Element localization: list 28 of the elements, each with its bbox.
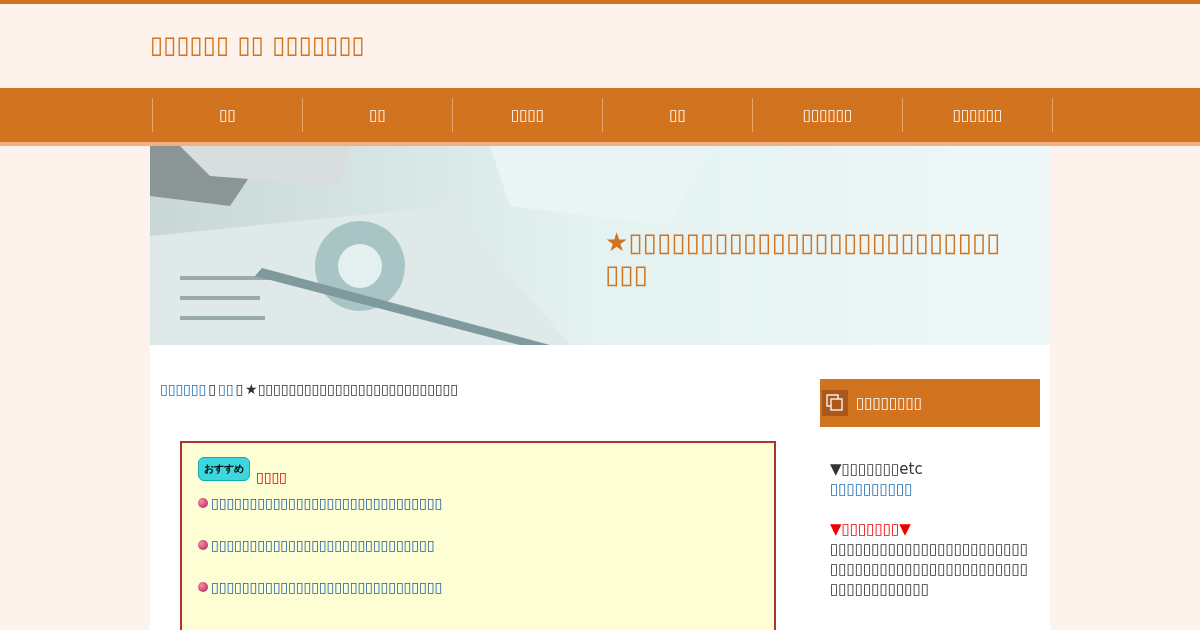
breadcrumb-text: ▯ (235, 381, 244, 397)
sidebar-notice: ▼▯▯▯▯▯▯▯▼ (830, 519, 912, 539)
recommend-heading: ▯▯▯▯ (256, 469, 287, 485)
breadcrumb-text: ▯ (208, 381, 216, 397)
recommend-badge: おすすめ (198, 457, 250, 481)
nav-link[interactable]: ▯▯ (303, 98, 453, 132)
article-link[interactable]: ▯▯▯▯▯▯▯▯▯▯▯▯▯▯▯▯▯▯▯▯▯▯▯▯▯▯▯▯▯▯ (211, 495, 443, 511)
article-link[interactable]: ▯▯▯▯▯▯▯▯▯▯▯▯▯▯▯▯▯▯▯▯▯▯▯▯▯▯▯▯▯▯ (211, 579, 443, 595)
banner-headline: ★▯▯▯▯▯▯▯▯▯▯▯▯▯▯▯▯▯▯▯▯▯▯▯▯▯▯▯▯▯ (605, 226, 1002, 290)
sidebar-text: ▯▯▯▯▯▯▯▯▯▯▯▯▯▯▯▯▯▯▯▯▯▯▯▯▯▯▯▯▯▯▯▯▯▯▯▯▯▯▯▯▯▯▯▯▯▯▯▯ (830, 539, 1030, 579)
sidebar-link[interactable]: ▯▯▯▯▯▯▯▯▯▯ (830, 479, 1030, 499)
nav-link[interactable]: ▯▯ (153, 98, 303, 132)
nav-link[interactable]: ▯▯▯▯▯▯ (753, 98, 903, 132)
sidebar-text: ▯▯▯▯▯▯▯▯▯▯▯▯ (830, 579, 931, 599)
breadcrumb-link[interactable]: ▯▯▯▯▯▯ (160, 381, 207, 397)
bullet-icon (198, 498, 208, 508)
nav-link[interactable]: ▯▯▯▯ (453, 98, 603, 132)
sidebar-title: ▯▯▯▯▯▯▯▯ (856, 394, 923, 412)
bullet-icon (198, 540, 208, 550)
bullet-icon (198, 582, 208, 592)
article-link[interactable]: ▯▯▯▯▯▯▯▯▯▯▯▯▯▯▯▯▯▯▯▯▯▯▯▯▯▯▯▯▯ (211, 537, 435, 553)
nav-link[interactable]: ▯▯ (603, 98, 753, 132)
sidebar-text: ▼▯▯▯▯▯▯▯etc (830, 459, 924, 479)
windows-icon (822, 390, 848, 416)
breadcrumb-link[interactable]: ▯▯ (217, 381, 234, 397)
breadcrumb-text: ★▯▯▯▯▯▯▯▯▯▯▯▯▯▯▯▯▯▯▯▯▯▯▯▯▯▯ (245, 381, 458, 397)
nav-link[interactable]: ▯▯▯▯▯▯ (903, 98, 1053, 132)
site-title[interactable]: ▯▯▯▯▯▯ ▯▯ ▯▯▯▯▯▯▯ (150, 31, 1050, 59)
